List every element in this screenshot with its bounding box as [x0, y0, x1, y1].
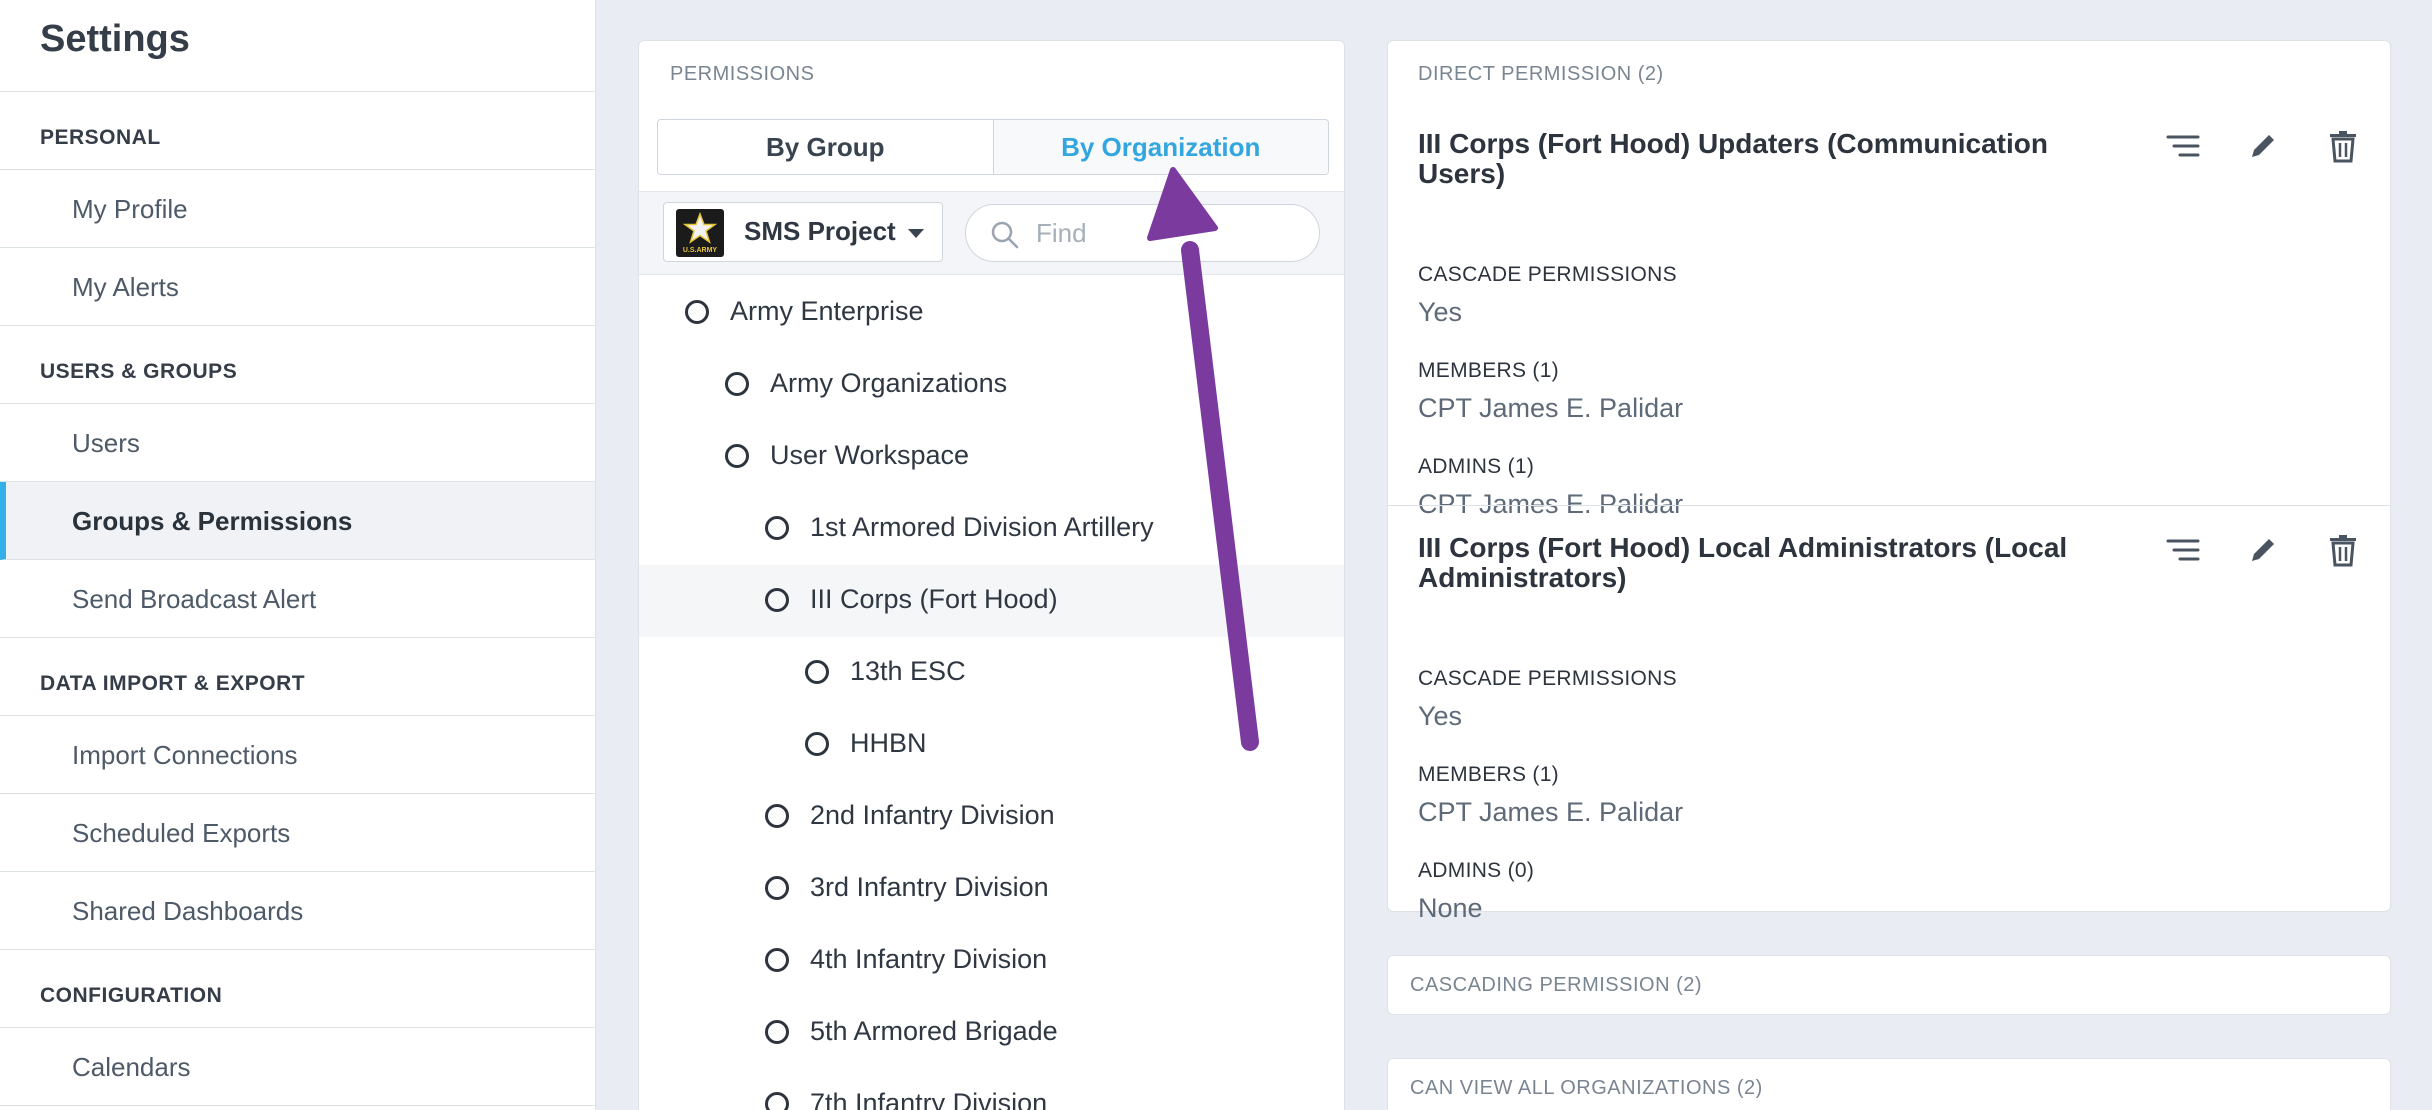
tree-item-label: 7th Infantry Division: [810, 1088, 1048, 1110]
tree-item-2nd-infantry-division[interactable]: 2nd Infantry Division: [639, 781, 1344, 853]
sidebar-item-send-broadcast-alert[interactable]: Send Broadcast Alert: [0, 560, 595, 638]
tree-item-label: User Workspace: [770, 440, 970, 470]
members-label: MEMBERS (1): [1418, 359, 1559, 382]
permissions-label: PERMISSIONS: [670, 63, 815, 85]
army-logo-text: U.S.ARMY: [682, 247, 718, 254]
section-heading-configuration: CONFIGURATION: [0, 950, 595, 1028]
direct-permission-heading: DIRECT PERMISSION (2): [1418, 63, 1664, 85]
project-name: SMS Project: [744, 216, 896, 246]
cascade-label: CASCADE PERMISSIONS: [1418, 667, 1677, 690]
radio-icon: [765, 876, 789, 900]
cascading-permission-card[interactable]: CASCADING PERMISSION (2): [1387, 955, 2391, 1015]
tree-item-army-organizations[interactable]: Army Organizations: [639, 349, 1344, 421]
search-box: [965, 204, 1320, 262]
radio-icon: [765, 588, 789, 612]
search-input[interactable]: [1036, 213, 1296, 253]
tree-item-user-workspace[interactable]: User Workspace: [639, 421, 1344, 493]
radio-icon: [765, 948, 789, 972]
list-icon[interactable]: [2166, 533, 2200, 567]
project-dropdown[interactable]: U.S.ARMY SMS Project: [663, 202, 943, 262]
tree-item-3rd-infantry-division[interactable]: 3rd Infantry Division: [639, 853, 1344, 925]
permission-title: III Corps (Fort Hood) Updaters (Communic…: [1418, 128, 2048, 189]
tree-item-label: III Corps (Fort Hood): [810, 584, 1058, 614]
tab-by-organization[interactable]: By Organization: [992, 120, 1328, 174]
radio-icon: [805, 732, 829, 756]
sidebar-item-groups-permissions[interactable]: Groups & Permissions: [0, 482, 595, 560]
trash-icon[interactable]: [2326, 129, 2360, 163]
permission-actions: [2166, 129, 2360, 163]
cascade-value: Yes: [1418, 701, 1463, 731]
sidebar-title: Settings: [0, 0, 595, 92]
tree-item-label: 4th Infantry Division: [810, 944, 1048, 974]
tree-item-13th-esc[interactable]: 13th ESC: [639, 637, 1344, 709]
tree-item-4th-infantry-division[interactable]: 4th Infantry Division: [639, 925, 1344, 997]
edit-icon[interactable]: [2246, 129, 2280, 163]
permission-entry: III Corps (Fort Hood) Updaters (Communic…: [1388, 128, 2390, 519]
section-heading-data-import-export: DATA IMPORT & EXPORT: [0, 638, 595, 716]
radio-icon: [725, 372, 749, 396]
view-mode-toggle: By Group By Organization: [657, 119, 1329, 175]
tree-item-label: 1st Armored Division Artillery: [810, 512, 1154, 542]
radio-icon: [685, 300, 709, 324]
permissions-panel: PERMISSIONS By Group By Organization U.S…: [638, 40, 1345, 1110]
permission-actions: [2166, 533, 2360, 567]
tree-item-iii-corps[interactable]: III Corps (Fort Hood): [639, 565, 1344, 637]
radio-icon: [725, 444, 749, 468]
sidebar-item-my-profile[interactable]: My Profile: [0, 170, 595, 248]
tree-item-label: Army Organizations: [770, 368, 1008, 398]
tree-item-label: 13th ESC: [850, 656, 966, 686]
tree-item-7th-infantry-division[interactable]: 7th Infantry Division: [639, 1069, 1344, 1110]
tree-item-label: Army Enterprise: [730, 296, 924, 326]
direct-permission-card: DIRECT PERMISSION (2) III Corps (Fort Ho…: [1387, 40, 2391, 923]
radio-icon: [765, 1020, 789, 1044]
cascade-label: CASCADE PERMISSIONS: [1418, 263, 1677, 286]
divider: [1388, 505, 2390, 506]
admins-value: None: [1418, 893, 1483, 923]
sidebar-item-my-alerts[interactable]: My Alerts: [0, 248, 595, 326]
tree-item-label: 2nd Infantry Division: [810, 800, 1055, 830]
members-value: CPT James E. Palidar: [1418, 393, 1684, 423]
permission-title: III Corps (Fort Hood) Local Administrato…: [1418, 532, 2068, 593]
settings-sidebar: Settings PERSONAL My Profile My Alerts U…: [0, 0, 596, 1110]
sidebar-item-calendars[interactable]: Calendars: [0, 1028, 595, 1106]
cascading-permission-heading: CASCADING PERMISSION (2): [1410, 974, 1703, 996]
tab-by-group[interactable]: By Group: [658, 120, 993, 174]
admins-label: ADMINS (1): [1418, 455, 1535, 478]
radio-icon: [805, 660, 829, 684]
section-heading-personal: PERSONAL: [0, 92, 595, 170]
trash-icon[interactable]: [2326, 533, 2360, 567]
view-all-organizations-card[interactable]: CAN VIEW ALL ORGANIZATIONS (2): [1387, 1058, 2391, 1110]
admins-label: ADMINS (0): [1418, 859, 1535, 882]
sidebar-item-import-connections[interactable]: Import Connections: [0, 716, 595, 794]
tree-item-label: 5th Armored Brigade: [810, 1016, 1058, 1046]
radio-icon: [765, 1092, 789, 1110]
tree-toolbar: U.S.ARMY SMS Project: [639, 191, 1344, 275]
section-heading-users-groups: USERS & GROUPS: [0, 326, 595, 404]
organization-tree: Army Enterprise Army Organizations User …: [639, 277, 1344, 1110]
permission-entry: III Corps (Fort Hood) Local Administrato…: [1388, 532, 2390, 923]
sidebar-item-scheduled-exports[interactable]: Scheduled Exports: [0, 794, 595, 872]
members-value: CPT James E. Palidar: [1418, 797, 1684, 827]
tree-item-army-enterprise[interactable]: Army Enterprise: [639, 277, 1344, 349]
edit-icon[interactable]: [2246, 533, 2280, 567]
members-label: MEMBERS (1): [1418, 763, 1559, 786]
tree-item-hhbn[interactable]: HHBN: [639, 709, 1344, 781]
sidebar-item-users[interactable]: Users: [0, 404, 595, 482]
search-icon: [991, 221, 1019, 249]
list-icon[interactable]: [2166, 129, 2200, 163]
army-logo-icon: U.S.ARMY: [676, 209, 724, 257]
view-all-organizations-heading: CAN VIEW ALL ORGANIZATIONS (2): [1410, 1077, 1763, 1099]
sidebar-item-shared-dashboards[interactable]: Shared Dashboards: [0, 872, 595, 950]
tree-item-1st-armored-division-artillery[interactable]: 1st Armored Division Artillery: [639, 493, 1344, 565]
radio-icon: [765, 516, 789, 540]
radio-icon: [765, 804, 789, 828]
cascade-value: Yes: [1418, 297, 1463, 327]
tree-item-label: 3rd Infantry Division: [810, 872, 1049, 902]
chevron-down-icon: [908, 229, 924, 238]
tree-item-label: HHBN: [850, 728, 927, 758]
tree-item-5th-armored-brigade[interactable]: 5th Armored Brigade: [639, 997, 1344, 1069]
